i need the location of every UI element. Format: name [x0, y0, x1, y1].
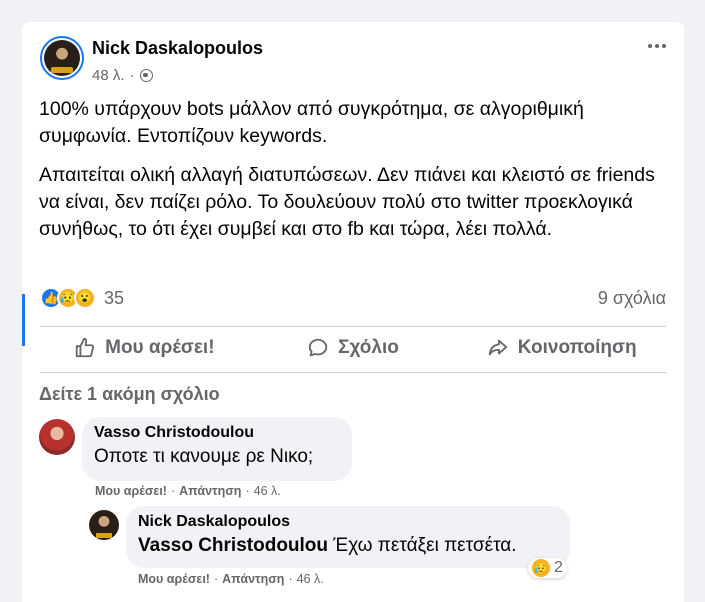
share-icon	[488, 339, 507, 356]
reply-actions: Μου αρέσει! · Απάντηση · 46 λ.	[138, 572, 324, 586]
post-author-name[interactable]: Nick Daskalopoulos	[92, 38, 263, 59]
commenter-avatar[interactable]	[39, 419, 75, 455]
reply-like-link[interactable]: Μου αρέσει!	[138, 572, 210, 586]
comment-icon	[308, 338, 328, 357]
share-button[interactable]: Κοινοποίηση	[457, 330, 666, 366]
reactions-summary[interactable]: 👍 😥 😮 35	[40, 287, 124, 309]
comment-time[interactable]: 46 λ.	[254, 484, 281, 498]
reply-time[interactable]: 46 λ.	[297, 572, 324, 586]
reply-text: Vasso Christodoulou Έχω πετάξει πετσέτα.	[138, 535, 558, 557]
like-button[interactable]: Μου αρέσει!	[40, 330, 249, 366]
comment-like-link[interactable]: Μου αρέσει!	[95, 484, 167, 498]
reply-reactions-count: 2	[554, 559, 563, 576]
globe-icon	[139, 69, 153, 82]
post-card: Nick Daskalopoulos 48 λ. · 100% υπάρχουν…	[22, 22, 684, 602]
comment-button[interactable]: Σχόλιο	[249, 330, 458, 366]
post-paragraph: Απαιτείται ολική αλλαγή διατυπώσεων. Δεν…	[39, 164, 655, 240]
view-more-comments-link[interactable]: Δείτε 1 ακόμη σχόλιο	[39, 384, 220, 405]
comments-count-link[interactable]: 9 σχόλια	[598, 288, 666, 309]
commenter-name[interactable]: Vasso Christodoulou	[94, 424, 340, 442]
sad-reaction-icon: 😥	[532, 559, 550, 577]
divider	[40, 326, 666, 327]
reply-reactions[interactable]: 😥 2	[528, 558, 567, 578]
divider	[40, 372, 666, 373]
focus-indicator	[22, 294, 25, 346]
reply-author-name[interactable]: Nick Daskalopoulos	[138, 513, 558, 531]
comment-label: Σχόλιο	[338, 337, 399, 358]
comment-text: Οποτε τι κανουμε ρε Νικο;	[94, 446, 314, 467]
thumbs-up-icon	[75, 337, 95, 358]
reactions-count: 35	[104, 287, 125, 308]
post-paragraph: 100% υπάρχουν bots μάλλον από συγκρότημα…	[39, 98, 584, 147]
post-actions: Μου αρέσει! Σχόλιο Κοινοποίηση	[40, 330, 666, 366]
reply-reply-link[interactable]: Απάντηση	[222, 572, 284, 586]
author-avatar[interactable]	[40, 36, 84, 80]
comment-bubble: Vasso Christodoulou Οποτε τι κανουμε ρε …	[82, 417, 352, 481]
like-label: Μου αρέσει!	[105, 337, 215, 358]
reply-avatar[interactable]	[89, 510, 119, 540]
reply-text-content: Έχω πετάξει πετσέτα.	[328, 535, 517, 556]
meta-separator: ·	[129, 67, 135, 84]
reply-bubble: Nick Daskalopoulos Vasso Christodoulou Έ…	[126, 506, 570, 568]
comment-reply-link[interactable]: Απάντηση	[179, 484, 241, 498]
mention-tag[interactable]: Vasso Christodoulou	[138, 535, 328, 556]
post-meta: 48 λ. ·	[92, 67, 153, 84]
post-body: 100% υπάρχουν bots μάλλον από συγκρότημα…	[39, 96, 659, 255]
post-time[interactable]: 48 λ.	[92, 67, 125, 84]
more-options-icon[interactable]	[648, 44, 666, 48]
wow-reaction-icon: 😮	[74, 287, 96, 309]
comment-actions: Μου αρέσει! · Απάντηση · 46 λ.	[95, 484, 281, 498]
share-label: Κοινοποίηση	[517, 337, 637, 358]
